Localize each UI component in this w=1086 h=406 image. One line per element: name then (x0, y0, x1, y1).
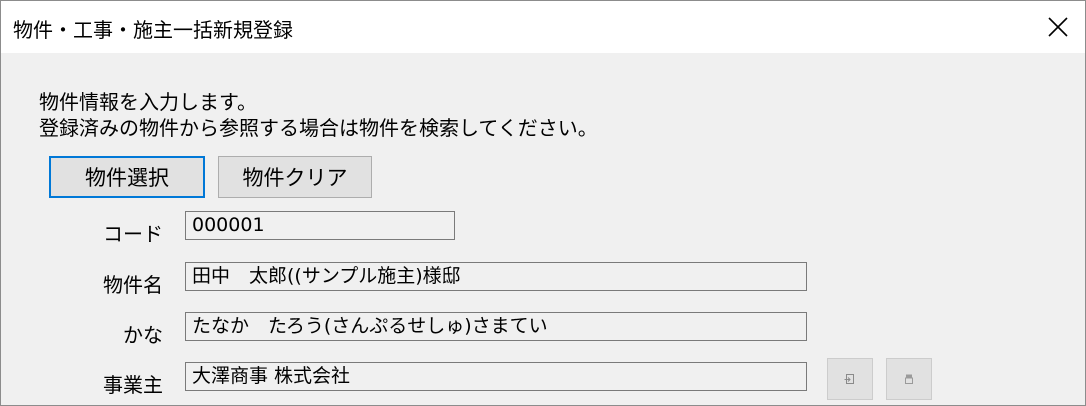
owner-import-button[interactable] (827, 358, 873, 400)
window-title: 物件・工事・施主一括新規登録 (13, 18, 293, 42)
instruction-line-1: 物件情報を入力します。 (39, 90, 257, 114)
dialog-window: 物件・工事・施主一括新規登録 物件情報を入力します。 登録済みの物件から参照する… (0, 0, 1086, 406)
code-field[interactable]: 000001 (185, 211, 455, 240)
clear-icon (905, 374, 913, 384)
close-icon (1048, 17, 1068, 37)
instructions: 物件情報を入力します。 登録済みの物件から参照する場合は物件を検索してください。 (39, 89, 598, 141)
property-name-field[interactable]: 田中 太郎((サンプル施主)様邸 (185, 262, 807, 291)
kana-field[interactable]: たなか たろう(さんぷるせしゅ)さまてい (185, 312, 807, 341)
close-button[interactable] (1031, 1, 1085, 53)
title-bar: 物件・工事・施主一括新規登録 (1, 1, 1085, 53)
document-import-icon (844, 374, 854, 384)
code-label: コード (103, 222, 163, 246)
owner-label: 事業主 (103, 373, 163, 397)
instruction-line-2: 登録済みの物件から参照する場合は物件を検索してください。 (39, 116, 598, 140)
property-name-label: 物件名 (103, 273, 163, 297)
clear-property-button[interactable]: 物件クリア (218, 156, 372, 198)
kana-label: かな (123, 323, 163, 347)
owner-field[interactable]: 大澤商事 株式会社 (185, 362, 807, 391)
owner-clear-button[interactable] (886, 358, 932, 400)
select-property-button[interactable]: 物件選択 (49, 156, 205, 198)
